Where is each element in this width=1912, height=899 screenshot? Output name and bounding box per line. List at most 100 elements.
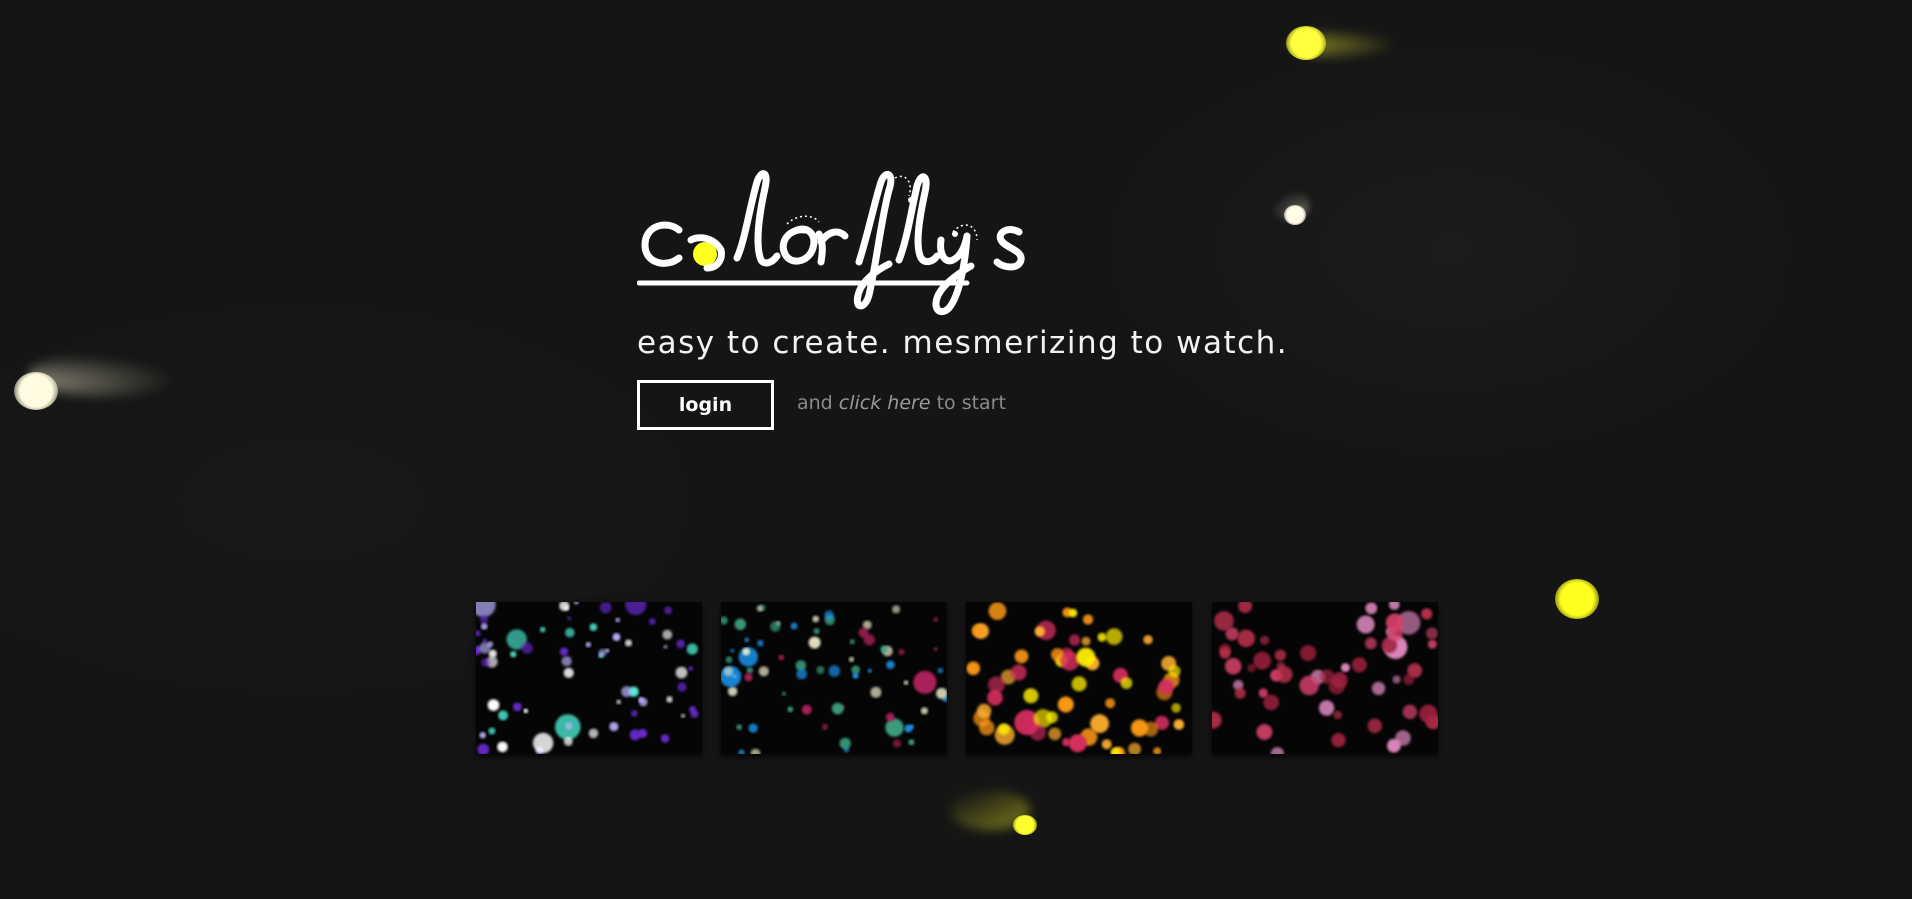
firefly-dot [1260, 635, 1270, 645]
firefly-dot [971, 624, 985, 638]
firefly-yellow-right [1545, 575, 1605, 625]
firefly-dot [1403, 674, 1415, 685]
firefly-dot [1426, 627, 1438, 640]
firefly-dot [1351, 657, 1367, 673]
firefly-dot [778, 654, 785, 661]
firefly-dot [1029, 724, 1046, 741]
firefly-dot [1421, 608, 1433, 620]
firefly-dot [858, 627, 869, 638]
firefly-dot [677, 682, 687, 692]
firefly-dot [1367, 718, 1383, 734]
firefly-dot [1046, 711, 1058, 724]
firefly-dot [1071, 676, 1087, 692]
firefly-dot [688, 666, 693, 671]
firefly-dot [686, 643, 698, 655]
firefly-yellow-bottom [950, 790, 1050, 840]
firefly-dot [480, 623, 488, 630]
tagline: easy to create. mesmerizing to watch. [637, 325, 1289, 361]
gallery-thumb-1[interactable] [476, 602, 702, 754]
firefly-dot [849, 639, 855, 645]
firefly-dot [801, 704, 812, 715]
firefly-dot [599, 602, 612, 614]
example-gallery [476, 602, 1438, 754]
click-here-link[interactable]: click here [839, 392, 931, 414]
firefly-dot [1097, 632, 1107, 642]
firefly-dot [812, 615, 820, 623]
firefly-dot [1320, 669, 1335, 684]
firefly-dot [585, 641, 591, 648]
firefly-dot [1274, 649, 1287, 661]
firefly-dot [821, 723, 828, 731]
firefly-dot [852, 672, 859, 679]
firefly-dot [1256, 724, 1273, 740]
firefly-dot [813, 627, 820, 635]
firefly-dot [885, 718, 904, 737]
firefly-dot [629, 729, 641, 741]
firefly-dot [565, 722, 573, 730]
firefly-dot [781, 691, 787, 696]
firefly-dot [831, 702, 844, 715]
firefly-dot [1270, 747, 1284, 754]
login-button[interactable]: login [637, 380, 774, 430]
firefly-dot [770, 621, 781, 632]
firefly-dot [573, 602, 579, 605]
firefly-dot [725, 656, 733, 664]
firefly-dot [816, 666, 825, 674]
firefly-dot [666, 696, 673, 703]
firefly-dot [721, 616, 728, 625]
gallery-thumb-2[interactable] [721, 602, 947, 754]
firefly-dot [559, 647, 569, 656]
firefly-dot [736, 724, 743, 731]
firefly-dot [638, 697, 644, 703]
firefly-dot [680, 713, 686, 718]
firefly-dot [481, 658, 490, 667]
firefly-dot [1365, 602, 1378, 615]
firefly-dot [497, 741, 508, 753]
firefly-dot [1300, 644, 1317, 662]
firefly-dot [567, 616, 572, 621]
firefly-dot [908, 739, 915, 746]
firefly-dot [563, 667, 574, 678]
firefly-dot [920, 707, 928, 715]
firefly-dot [1275, 666, 1293, 683]
hint-prefix: and [797, 392, 833, 414]
firefly-dot [1057, 696, 1074, 713]
firefly-dot [621, 686, 633, 698]
firefly-dot [1395, 730, 1411, 746]
firefly-dot [933, 647, 938, 652]
firefly-dot [1238, 602, 1253, 613]
firefly-dot [664, 606, 673, 615]
firefly-dot [477, 743, 490, 754]
firefly-dot [756, 605, 763, 612]
colorflys-logo [636, 170, 1037, 322]
firefly-dot [676, 639, 685, 649]
firefly-dot [1364, 637, 1377, 650]
firefly-dot [828, 665, 841, 677]
firefly-dot [885, 712, 895, 722]
firefly-dot [937, 667, 944, 674]
firefly-dot [648, 618, 656, 625]
firefly-yellow-top [1270, 15, 1410, 75]
firefly-dot [612, 633, 621, 642]
firefly-dot [1402, 704, 1418, 720]
firefly-dot [1068, 608, 1078, 618]
firefly-dot [487, 699, 500, 711]
firefly-dot [1105, 698, 1116, 709]
firefly-dot [979, 720, 995, 736]
firefly-dot [1224, 657, 1242, 675]
firefly-dot [933, 617, 938, 622]
firefly-dot [630, 709, 638, 717]
firefly-dot [744, 673, 753, 682]
firefly-dot [1014, 649, 1029, 664]
firefly-dot [1299, 675, 1319, 696]
gallery-thumb-3[interactable] [966, 602, 1192, 754]
firefly-dot [1387, 625, 1403, 641]
firefly-dot [748, 723, 758, 733]
firefly-dot [1237, 629, 1255, 648]
firefly-dot [482, 638, 487, 643]
firefly-dot [787, 706, 794, 713]
firefly-dot [1060, 651, 1080, 671]
firefly-dot [988, 602, 1007, 620]
gallery-thumb-4[interactable] [1212, 602, 1438, 754]
firefly-dot [1010, 664, 1027, 681]
